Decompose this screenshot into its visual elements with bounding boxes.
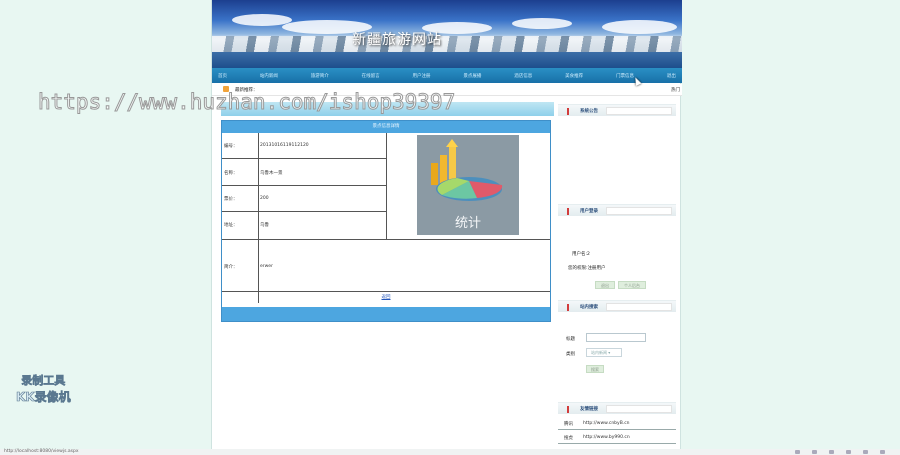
nav-item-logout[interactable]: 退出 (667, 73, 676, 79)
main-nav: 首页 站内新闻 旅游简介 在线留言 用户注册 景点展播 酒店信息 美食推荐 门票… (212, 68, 682, 83)
recorder-line1: 录制工具 (21, 374, 66, 388)
login-title: 用户登录 (580, 209, 598, 214)
friend-link-name: 腾讯 (564, 422, 573, 427)
detail-label: 简介： (224, 265, 238, 270)
svg-text:统计: 统计 (455, 216, 481, 231)
role-text: 您的权限:注册用户 (568, 266, 606, 271)
announcement-panel-header: 系统公告 (558, 104, 676, 116)
detail-value: 200 (260, 196, 269, 201)
detail-label: 名称： (224, 171, 238, 176)
friend-link-row: 搜虎 http://www.by990.cn (558, 432, 676, 444)
search-title-input[interactable] (586, 333, 646, 342)
search-panel-header: 站内搜索 (558, 300, 676, 312)
username-text: 用户名:2 (572, 252, 590, 257)
detail-label: 编号： (224, 144, 238, 149)
search-title-label: 标题 (566, 337, 575, 342)
url-watermark: https://www.huzhan.com/ishop39397 (37, 90, 456, 115)
detail-value: 乌鲁木一景 (260, 171, 283, 176)
friend-link-url[interactable]: http://www.cnbyB.cn (583, 421, 630, 426)
nav-item-news[interactable]: 站内新闻 (260, 73, 278, 79)
site-banner: 新疆旅游网站 (212, 0, 682, 68)
search-category-select[interactable]: 站内新闻 ▾ (586, 348, 622, 357)
nav-item-intro[interactable]: 旅游简介 (311, 73, 329, 79)
nav-item-hotels[interactable]: 酒店信息 (514, 73, 532, 79)
links-panel-header: 友情链接 (558, 402, 676, 414)
detail-label: 票价： (224, 197, 238, 202)
profile-button[interactable]: 个人后台 (618, 281, 646, 289)
login-panel-header: 用户登录 (558, 204, 676, 216)
nav-item-food[interactable]: 美食推荐 (565, 73, 583, 79)
detail-row-intro: 简介： erwer (222, 239, 550, 292)
news-more-link[interactable]: 热门 (671, 87, 680, 93)
friend-link-name: 搜虎 (564, 436, 573, 441)
status-icon[interactable] (829, 450, 834, 454)
back-link[interactable]: 返回 (222, 294, 550, 300)
browser-status-bar: http://localhost:8080/viewjs.aspx (0, 449, 900, 455)
status-icon[interactable] (795, 450, 800, 454)
search-category-label: 类别 (566, 352, 575, 357)
nav-item-home[interactable]: 首页 (218, 73, 227, 79)
status-url: http://localhost:8080/viewjs.aspx (4, 449, 79, 454)
search-button[interactable]: 搜索 (586, 365, 604, 373)
logout-button[interactable]: 退出 (595, 281, 615, 289)
statistics-icon: 统计 (417, 135, 519, 235)
status-icon[interactable] (880, 450, 885, 454)
announcement-title: 系统公告 (580, 109, 598, 114)
detail-value: 乌鲁 (260, 223, 269, 228)
detail-row-price: 票价： 200 (222, 186, 386, 212)
nav-item-tickets[interactable]: 门票信息 (616, 73, 634, 79)
detail-footer (222, 307, 550, 321)
recorder-watermark: 录制工具 KK录像机 (16, 372, 71, 405)
detail-label: 地址： (224, 223, 238, 228)
attraction-detail-table: 景点信息详情 编号： 20131016119112120 名称： 乌鲁木一景 票… (221, 120, 551, 322)
detail-row-address: 地址： 乌鲁 (222, 212, 386, 238)
links-title: 友情链接 (580, 407, 598, 412)
status-icon[interactable] (812, 450, 817, 454)
attraction-image: 统计 (417, 135, 519, 235)
recorder-line2: KK录像机 (16, 390, 71, 405)
status-icon[interactable] (863, 450, 868, 454)
search-title: 站内搜索 (580, 305, 598, 310)
nav-item-guestbook[interactable]: 在线留言 (362, 73, 380, 79)
nav-item-register[interactable]: 用户注册 (413, 73, 431, 79)
detail-row-name: 名称： 乌鲁木一景 (222, 160, 386, 186)
detail-header: 景点信息详情 (222, 121, 550, 133)
status-icon[interactable] (846, 450, 851, 454)
site-title: 新疆旅游网站 (352, 32, 442, 48)
friend-link-row: 腾讯 http://www.cnbyB.cn (558, 418, 676, 430)
detail-value: 20131016119112120 (260, 143, 309, 148)
friend-link-url[interactable]: http://www.by990.cn (583, 435, 630, 440)
detail-value: erwer (260, 264, 273, 269)
detail-row-id: 编号： 20131016119112120 (222, 133, 386, 159)
nav-item-attractions[interactable]: 景点展播 (463, 73, 481, 79)
